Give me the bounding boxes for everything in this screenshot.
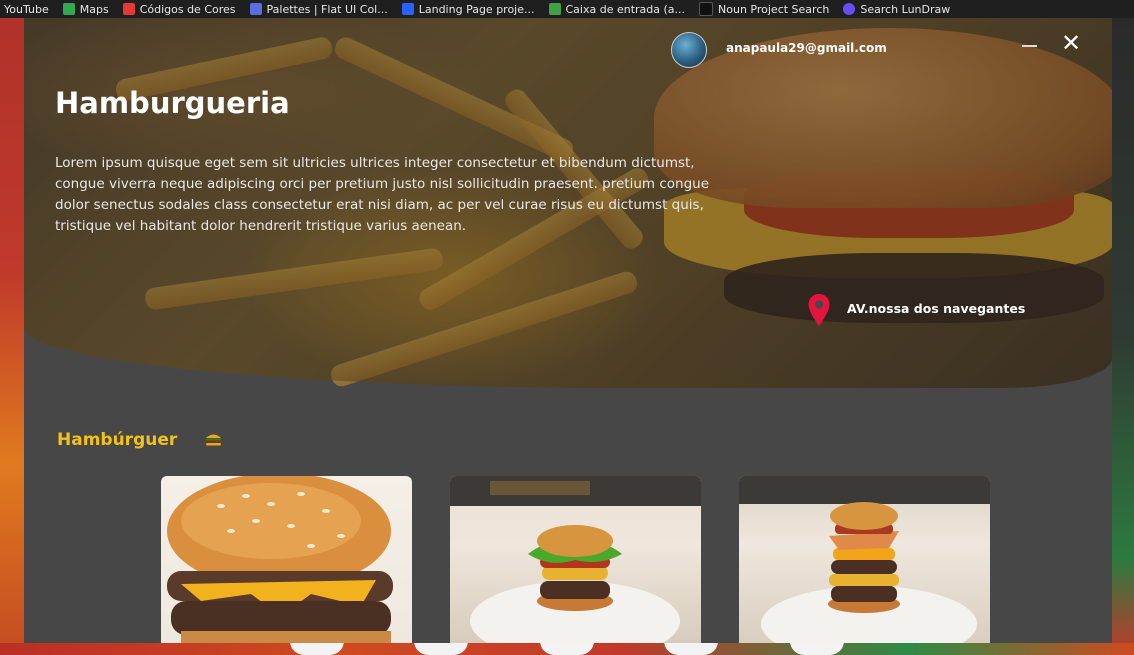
close-button[interactable]: ✕ <box>1059 31 1083 55</box>
inbox-icon <box>548 3 561 15</box>
bookmark-label: Search LunDraw <box>860 2 951 16</box>
taskbar-app-icon[interactable] <box>414 641 468 655</box>
bookmark-label: Palettes | Flat UI Col... <box>266 2 388 16</box>
section-title-hamburguer: Hambúrguer <box>57 430 178 450</box>
landing-page-icon <box>401 3 414 15</box>
bookmark-label: Maps <box>79 2 109 16</box>
product-card-classic-burger[interactable] <box>161 476 412 643</box>
desktop-background-right <box>1112 18 1134 655</box>
search-icon <box>843 3 856 15</box>
salad-burger-image <box>450 476 701 643</box>
palette-icon <box>249 3 262 15</box>
bookmark-landing-page[interactable]: Landing Page proje... <box>398 3 545 16</box>
desktop-background-left <box>0 18 24 655</box>
classic-burger-image <box>167 476 393 643</box>
bookmarks-bar: YouTube Maps Códigos de Cores Palettes |… <box>0 0 1134 18</box>
bookmark-label: Noun Project Search <box>718 2 830 16</box>
bookmark-lundraw[interactable]: Search LunDraw <box>839 3 960 16</box>
noun-project-icon <box>699 2 714 16</box>
user-avatar[interactable] <box>671 32 707 68</box>
taskbar-app-icon[interactable] <box>290 641 344 655</box>
bookmark-youtube[interactable]: YouTube <box>0 3 59 16</box>
bookmark-palettes[interactable]: Palettes | Flat UI Col... <box>246 3 398 16</box>
user-email: anapaula29@gmail.com <box>726 41 887 55</box>
minimize-button[interactable] <box>1020 36 1040 56</box>
app-window: anapaula29@gmail.com ✕ Hamburgueria Lore… <box>24 18 1112 643</box>
product-card-salad-burger[interactable] <box>450 476 701 643</box>
bookmark-label: YouTube <box>4 2 49 16</box>
location-pin-icon <box>808 294 830 326</box>
taskbar-app-icon[interactable] <box>664 641 718 655</box>
bookmark-color-codes[interactable]: Códigos de Cores <box>119 3 246 16</box>
color-codes-icon <box>122 3 135 15</box>
bookmark-noun-project[interactable]: Noun Project Search <box>695 2 839 16</box>
bookmark-label: Códigos de Cores <box>139 2 236 16</box>
location-address[interactable]: AV.nossa dos navegantes <box>847 301 1025 316</box>
page-title: Hamburgueria <box>55 86 290 120</box>
hamburger-icon <box>206 434 221 446</box>
bookmark-label: Caixa de entrada (a... <box>565 2 686 16</box>
taskbar-app-icon[interactable] <box>540 641 594 655</box>
maps-icon <box>62 3 75 15</box>
tower-burger-image <box>739 476 990 643</box>
bookmark-inbox[interactable]: Caixa de entrada (a... <box>545 3 696 16</box>
taskbar-app-icon[interactable] <box>790 641 844 655</box>
bookmark-maps[interactable]: Maps <box>59 3 119 16</box>
product-card-tower-burger[interactable] <box>739 476 990 643</box>
hero-description: Lorem ipsum quisque eget sem sit ultrici… <box>55 155 710 234</box>
bookmark-label: Landing Page proje... <box>418 2 535 16</box>
